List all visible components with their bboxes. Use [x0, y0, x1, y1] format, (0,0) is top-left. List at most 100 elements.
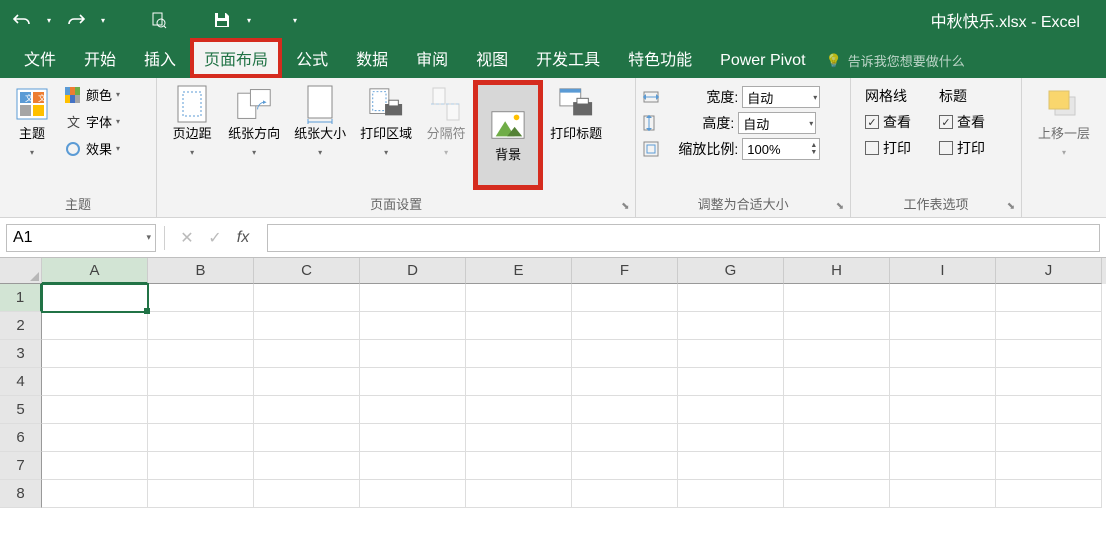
- insert-function-button[interactable]: fx: [229, 229, 257, 247]
- cell-F1[interactable]: [572, 284, 678, 312]
- undo-dropdown[interactable]: ▾: [42, 16, 56, 25]
- redo-dropdown[interactable]: ▾: [96, 16, 110, 25]
- redo-button[interactable]: [60, 6, 92, 34]
- bring-forward-button[interactable]: 上移一层▾: [1028, 82, 1100, 164]
- cell-D4[interactable]: [360, 368, 466, 396]
- col-header-E[interactable]: E: [466, 258, 572, 284]
- cell-I7[interactable]: [890, 452, 996, 480]
- cell-C1[interactable]: [254, 284, 360, 312]
- breaks-button[interactable]: 分隔符▾: [419, 82, 473, 164]
- formula-input[interactable]: [267, 224, 1100, 252]
- cell-H3[interactable]: [784, 340, 890, 368]
- cell-B1[interactable]: [148, 284, 254, 312]
- cell-I5[interactable]: [890, 396, 996, 424]
- cell-A8[interactable]: [42, 480, 148, 508]
- cell-J3[interactable]: [996, 340, 1102, 368]
- size-button[interactable]: 纸张大小▾: [287, 82, 353, 164]
- col-header-J[interactable]: J: [996, 258, 1102, 284]
- cell-D6[interactable]: [360, 424, 466, 452]
- row-header-5[interactable]: 5: [0, 396, 42, 424]
- cell-F3[interactable]: [572, 340, 678, 368]
- scale-input[interactable]: 100%▲▼: [742, 138, 820, 160]
- tab-special[interactable]: 特色功能: [614, 38, 706, 78]
- cell-A3[interactable]: [42, 340, 148, 368]
- cell-B2[interactable]: [148, 312, 254, 340]
- cell-B6[interactable]: [148, 424, 254, 452]
- cell-G4[interactable]: [678, 368, 784, 396]
- colors-button[interactable]: 颜色▾: [60, 82, 124, 107]
- cell-B8[interactable]: [148, 480, 254, 508]
- cell-D5[interactable]: [360, 396, 466, 424]
- cell-F2[interactable]: [572, 312, 678, 340]
- print-area-button[interactable]: 打印区域▾: [353, 82, 419, 164]
- cell-J5[interactable]: [996, 396, 1102, 424]
- cell-A4[interactable]: [42, 368, 148, 396]
- cell-C8[interactable]: [254, 480, 360, 508]
- row-header-6[interactable]: 6: [0, 424, 42, 452]
- tab-developer[interactable]: 开发工具: [522, 38, 614, 78]
- undo-button[interactable]: [6, 6, 38, 34]
- tab-data[interactable]: 数据: [342, 38, 402, 78]
- cell-F6[interactable]: [572, 424, 678, 452]
- save-button[interactable]: [206, 6, 238, 34]
- tab-insert[interactable]: 插入: [130, 38, 190, 78]
- cell-D8[interactable]: [360, 480, 466, 508]
- headings-print-checkbox[interactable]: 打印: [939, 138, 985, 158]
- cell-C3[interactable]: [254, 340, 360, 368]
- cell-G7[interactable]: [678, 452, 784, 480]
- cell-E3[interactable]: [466, 340, 572, 368]
- save-dropdown[interactable]: ▾: [242, 16, 256, 25]
- cell-C4[interactable]: [254, 368, 360, 396]
- tell-me-search[interactable]: 💡 告诉我您想要做什么: [820, 43, 971, 78]
- cell-A6[interactable]: [42, 424, 148, 452]
- col-header-B[interactable]: B: [148, 258, 254, 284]
- cell-E7[interactable]: [466, 452, 572, 480]
- cell-C5[interactable]: [254, 396, 360, 424]
- cell-G2[interactable]: [678, 312, 784, 340]
- cell-A1[interactable]: [42, 284, 148, 312]
- cell-I3[interactable]: [890, 340, 996, 368]
- cell-E4[interactable]: [466, 368, 572, 396]
- sheet-launcher[interactable]: ⬊: [1005, 201, 1017, 213]
- gridlines-view-checkbox[interactable]: ✓查看: [865, 112, 911, 132]
- cell-E2[interactable]: [466, 312, 572, 340]
- cell-J7[interactable]: [996, 452, 1102, 480]
- cell-E1[interactable]: [466, 284, 572, 312]
- cell-G6[interactable]: [678, 424, 784, 452]
- cell-I6[interactable]: [890, 424, 996, 452]
- height-select[interactable]: 自动▾: [738, 112, 816, 134]
- cell-J4[interactable]: [996, 368, 1102, 396]
- themes-button[interactable]: 文文 主题▾: [6, 82, 58, 164]
- tab-review[interactable]: 审阅: [402, 38, 462, 78]
- background-button[interactable]: 背景: [473, 80, 543, 190]
- cell-H2[interactable]: [784, 312, 890, 340]
- gridlines-print-checkbox[interactable]: 打印: [865, 138, 911, 158]
- row-header-1[interactable]: 1: [0, 284, 42, 312]
- headings-view-checkbox[interactable]: ✓查看: [939, 112, 985, 132]
- tab-page-layout[interactable]: 页面布局: [190, 38, 282, 78]
- cell-J6[interactable]: [996, 424, 1102, 452]
- cell-E5[interactable]: [466, 396, 572, 424]
- cell-H5[interactable]: [784, 396, 890, 424]
- width-select[interactable]: 自动▾: [742, 86, 820, 108]
- cell-A7[interactable]: [42, 452, 148, 480]
- row-header-2[interactable]: 2: [0, 312, 42, 340]
- cell-B4[interactable]: [148, 368, 254, 396]
- cell-H1[interactable]: [784, 284, 890, 312]
- col-header-D[interactable]: D: [360, 258, 466, 284]
- cell-F4[interactable]: [572, 368, 678, 396]
- tab-home[interactable]: 开始: [70, 38, 130, 78]
- tab-formulas[interactable]: 公式: [282, 38, 342, 78]
- row-header-8[interactable]: 8: [0, 480, 42, 508]
- cell-A5[interactable]: [42, 396, 148, 424]
- col-header-G[interactable]: G: [678, 258, 784, 284]
- cell-H6[interactable]: [784, 424, 890, 452]
- col-header-I[interactable]: I: [890, 258, 996, 284]
- name-box[interactable]: A1 ▾: [6, 224, 156, 252]
- cell-D3[interactable]: [360, 340, 466, 368]
- cell-J8[interactable]: [996, 480, 1102, 508]
- cell-I4[interactable]: [890, 368, 996, 396]
- row-header-4[interactable]: 4: [0, 368, 42, 396]
- cell-G8[interactable]: [678, 480, 784, 508]
- cell-H4[interactable]: [784, 368, 890, 396]
